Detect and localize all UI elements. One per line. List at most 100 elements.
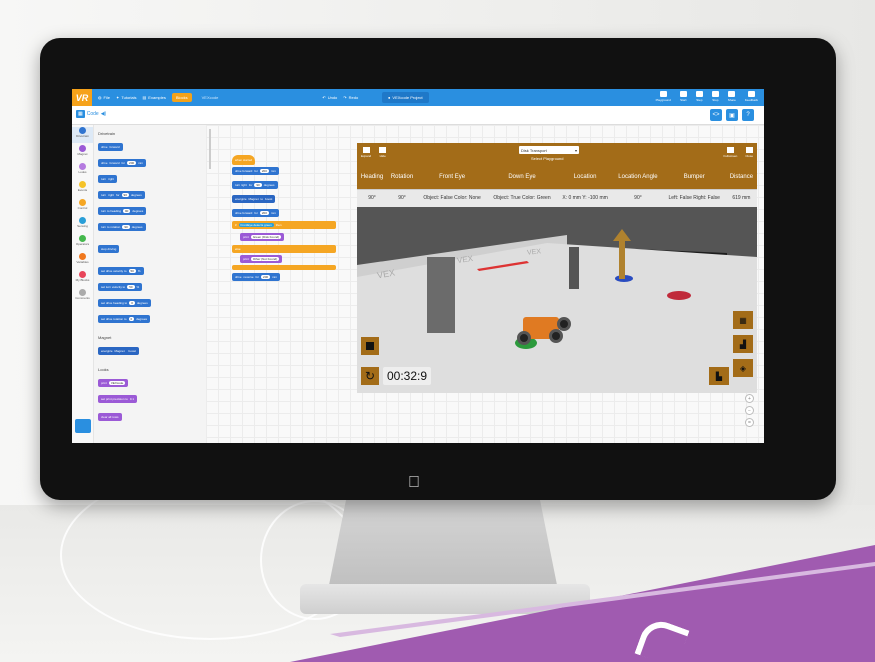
code-subbar: ▦ Code ◀) <> ▣ ? bbox=[72, 106, 764, 125]
monitor-stand bbox=[328, 498, 558, 590]
block-set-drive-heading[interactable]: set drive heading to 0 degrees bbox=[98, 299, 151, 307]
zoom-in-icon[interactable]: + bbox=[745, 394, 754, 403]
robot-wheel bbox=[549, 329, 563, 343]
close-button[interactable]: Close bbox=[745, 147, 753, 158]
device-view-icon[interactable]: ▣ bbox=[726, 109, 738, 121]
start-button[interactable]: Start bbox=[679, 91, 687, 102]
val-location-angle: 90° bbox=[613, 188, 663, 207]
script-if-block[interactable]: if FrontEye detects green then bbox=[232, 221, 336, 229]
step-button[interactable]: Step bbox=[695, 91, 703, 102]
block-palette: Drivetrain drive forward drive forward for 2… bbox=[94, 125, 206, 443]
category-dot-icon bbox=[79, 289, 86, 296]
fullscreen-button[interactable]: Fullscreen bbox=[723, 147, 737, 158]
category-control[interactable]: Control bbox=[72, 199, 93, 215]
val-down-eye: Object: True Color: Green bbox=[487, 188, 557, 207]
sensor-value-row: 90° 90° Object: False Color: None Object… bbox=[357, 188, 757, 207]
category-sensing[interactable]: Sensing bbox=[72, 217, 93, 233]
redo-icon: ↷ bbox=[343, 95, 347, 100]
script-energize[interactable]: energize Magnet to boost bbox=[232, 195, 276, 203]
zoom-reset-icon[interactable]: = bbox=[745, 418, 754, 427]
category-events[interactable]: Events bbox=[72, 181, 93, 197]
script-turn-right[interactable]: turn right for 90 degrees bbox=[232, 181, 278, 189]
block-turn-to-heading[interactable]: turn to heading 90 degrees bbox=[98, 207, 147, 215]
block-set-drive-velocity[interactable]: set drive velocity to 50% bbox=[98, 267, 144, 275]
script-print-green[interactable]: print Green (Disk Found) bbox=[240, 233, 285, 241]
playground-header: Expand Hide Disk Transport ▾ Select Playg… bbox=[357, 143, 757, 165]
feedback-button[interactable]: Feedback bbox=[745, 91, 758, 102]
playground-window: Expand Hide Disk Transport ▾ Select Playg… bbox=[357, 143, 757, 393]
category-my-blocks[interactable]: My Blocks bbox=[72, 271, 93, 287]
share-button[interactable]: Share bbox=[728, 91, 736, 102]
hide-button[interactable]: Hide bbox=[379, 147, 387, 158]
feedback-icon bbox=[747, 91, 755, 97]
category-dot-icon bbox=[79, 163, 86, 170]
text-mode-tab[interactable]: VEXcode bbox=[198, 93, 223, 102]
playground-select[interactable]: Disk Transport ▾ bbox=[519, 146, 579, 154]
block-turn-for[interactable]: turn right for 90 degrees bbox=[98, 191, 145, 199]
block-clear-all-rows[interactable]: clear all rows bbox=[98, 413, 122, 421]
lightbulb-icon: ✦ bbox=[115, 95, 120, 100]
block-energize[interactable]: energize Magnet boost bbox=[98, 347, 139, 355]
block-set-drive-rotation[interactable]: set drive rotation to 0 degrees bbox=[98, 315, 151, 323]
code-view-icon[interactable]: <> bbox=[710, 109, 722, 121]
block-set-print-precision[interactable]: set print precision to 0.1 bbox=[98, 395, 138, 403]
arena-floor bbox=[357, 243, 757, 393]
stop-button[interactable]: Stop bbox=[711, 91, 719, 102]
script-drive-reverse[interactable]: drive reverse for 200 mm bbox=[232, 273, 281, 281]
category-looks[interactable]: Looks bbox=[72, 163, 93, 179]
col-heading: Heading bbox=[357, 165, 388, 189]
script-drive-forward[interactable]: drive forward for 200 mm bbox=[232, 167, 279, 175]
block-turn[interactable]: turn right bbox=[98, 175, 118, 183]
code-tab[interactable]: ▦ Code ◀) bbox=[76, 110, 106, 118]
stop-playground-button[interactable] bbox=[361, 337, 379, 355]
category-dot-icon bbox=[79, 199, 86, 206]
script-print-other[interactable]: print Other (Not Found) bbox=[240, 255, 283, 263]
block-turn-to-rotation[interactable]: turn to rotation 90 degrees bbox=[98, 223, 146, 231]
block-stop-driving[interactable]: stop driving bbox=[98, 245, 120, 253]
redo-button[interactable]: ↷ Redo bbox=[343, 95, 358, 100]
undo-button[interactable]: ↶ Undo bbox=[322, 95, 337, 100]
examples-menu[interactable]: ▤ Examples bbox=[143, 95, 166, 100]
blocks-mode-button[interactable]: Blocks bbox=[171, 93, 192, 102]
col-distance: Distance bbox=[725, 165, 757, 189]
camera-side-icon[interactable]: ▙ bbox=[709, 367, 729, 385]
step-icon bbox=[695, 91, 703, 97]
block-set-turn-velocity[interactable]: set turn velocity to 50% bbox=[98, 283, 143, 291]
reset-button[interactable]: ↻ bbox=[361, 367, 379, 385]
extension-button[interactable] bbox=[75, 419, 91, 433]
robot-model bbox=[513, 307, 571, 357]
timer-display: 00:32:9 bbox=[383, 367, 432, 385]
script-drive-forward-2[interactable]: drive forward for 200 mm bbox=[232, 209, 279, 217]
script-when-started[interactable]: when started bbox=[232, 155, 256, 165]
apple-logo-icon:  bbox=[408, 474, 420, 492]
block-drive[interactable]: drive forward bbox=[98, 143, 123, 151]
val-heading: 90° bbox=[357, 188, 388, 207]
screen: VR ◍ File ✦ Tutorials ▤ Examples Blocks VEX… bbox=[72, 89, 764, 443]
file-menu[interactable]: ◍ File bbox=[98, 95, 110, 100]
category-drivetrain[interactable]: Drivetrain bbox=[72, 127, 93, 143]
block-drive-for[interactable]: drive forward for 200 mm bbox=[98, 159, 147, 167]
palette-scrollbar[interactable] bbox=[209, 129, 211, 169]
playground-button[interactable]: Playground bbox=[656, 91, 671, 102]
category-operators[interactable]: Operators bbox=[72, 235, 93, 251]
zoom-out-icon[interactable]: − bbox=[745, 406, 754, 415]
play-icon bbox=[679, 91, 687, 97]
red-disk bbox=[667, 291, 691, 300]
project-dot-icon: ● bbox=[388, 95, 391, 100]
val-rotation: 90° bbox=[387, 188, 418, 207]
category-variables[interactable]: Variables bbox=[72, 253, 93, 269]
tutorials-menu[interactable]: ✦ Tutorials bbox=[116, 95, 137, 100]
playground-arena[interactable]: VEX VEX VEX ↻ 00:32:9 ▦ ▟ ◈ ▙ bbox=[357, 207, 757, 393]
speaker-icon: ◀) bbox=[100, 111, 107, 117]
camera-top-icon[interactable]: ▟ bbox=[733, 335, 753, 353]
grid-view-icon[interactable]: ▦ bbox=[733, 311, 753, 329]
expand-button[interactable]: Expand bbox=[361, 147, 371, 158]
help-view-icon[interactable]: ? bbox=[742, 109, 754, 121]
category-magnet[interactable]: Magnet bbox=[72, 145, 93, 161]
camera-rotate-icon[interactable]: ◈ bbox=[733, 359, 753, 377]
project-name-button[interactable]: ● VEXcode Project bbox=[382, 92, 429, 103]
stop-icon bbox=[366, 342, 374, 350]
category-comments[interactable]: Comments bbox=[72, 289, 93, 305]
block-print[interactable]: print VEXcode bbox=[98, 379, 129, 387]
playground-select-caption: Select Playground bbox=[531, 156, 564, 161]
